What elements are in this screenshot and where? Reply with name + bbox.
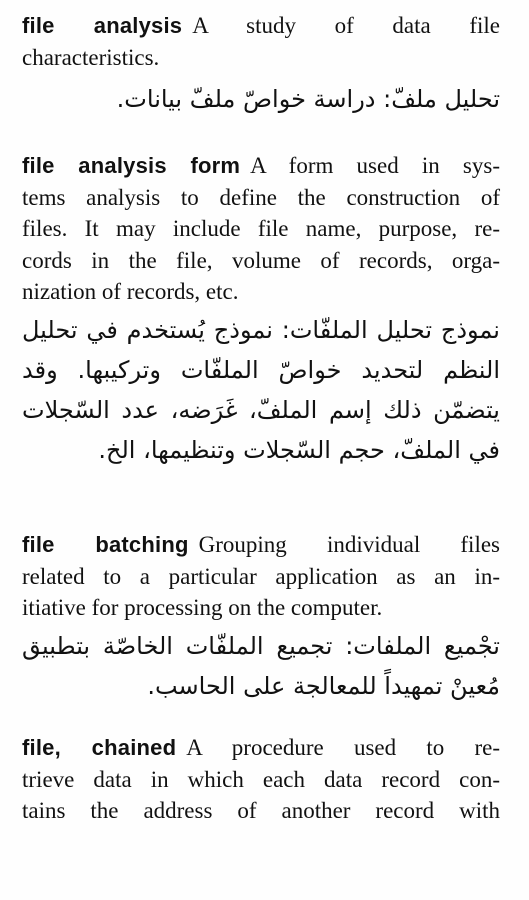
definition-line: file analysis form A form used in sys- [22, 150, 500, 182]
english-definition: file analysis A study of data file charac… [22, 10, 500, 73]
definition-line: file batching Grouping individual files [22, 529, 500, 561]
entry-term: file analysis [22, 13, 183, 38]
arabic-line: النظم لتحديد خواصّ الملفّات وتركيبها. وق… [22, 355, 500, 384]
entry-term: file batching [22, 532, 189, 557]
entry-term: file analysis form [22, 153, 241, 178]
definition-line: characteristics. [22, 44, 160, 70]
dictionary-entry-file-analysis: file analysis A study of data file charac… [22, 10, 500, 119]
definition-line: itiative for processing on the computer. [22, 595, 383, 620]
definition-text: A study of data file [192, 13, 501, 38]
definition-text: A procedure used to re- [186, 735, 500, 760]
arabic-translation: تحليل ملفّ: دراسة خواصّ ملفّ بيانات. [22, 79, 500, 119]
definition-line: trieve data in which each data record co… [22, 766, 500, 792]
arabic-line: تحليل ملفّ: دراسة خواصّ ملفّ بيانات. [116, 85, 500, 113]
definition-text: A form used in sys- [250, 153, 500, 178]
definition-line: tains the address of another record with [22, 798, 500, 823]
english-definition: file analysis form A form used in sys- te… [22, 150, 500, 308]
definition-line: file, chained A procedure used to re- [22, 732, 500, 764]
english-definition: file batching Grouping individual files r… [22, 529, 500, 624]
arabic-line: تجْميع الملفات: تجميع الملفّات الخاصّة ب… [22, 631, 500, 660]
definition-line: related to a particular application as a… [22, 563, 500, 589]
definition-line: cords in the file, volume of records, or… [22, 247, 500, 273]
definition-text: Grouping individual files [198, 532, 501, 557]
english-definition: file, chained A procedure used to re- tri… [22, 732, 500, 827]
definition-line: files. It may include file name, purpose… [22, 216, 500, 241]
arabic-line: في الملفّ، حجم السّجلات وتنظيمها، الخ. [98, 435, 500, 464]
definition-line: tems analysis to define the construction… [22, 184, 500, 210]
arabic-translation: نموذج تحليل الملفّات: نموذج يُستخدم في ت… [22, 310, 500, 470]
arabic-line: نموذج تحليل الملفّات: نموذج يُستخدم في ت… [22, 315, 500, 344]
arabic-line: يتضمّن ذلك إسم الملفّ، غَرَضه، عدد السّج… [22, 395, 500, 424]
dictionary-entry-file-analysis-form: file analysis form A form used in sys- te… [22, 150, 500, 470]
dictionary-entry-file-batching: file batching Grouping individual files r… [22, 529, 500, 706]
definition-line: nization of records, etc. [22, 279, 239, 304]
dictionary-entry-file-chained: file, chained A procedure used to re- tri… [22, 732, 500, 827]
arabic-translation: تجْميع الملفات: تجميع الملفّات الخاصّة ب… [22, 626, 500, 706]
arabic-line: مُعينْ تمهيداً للمعالجة على الحاسب. [147, 671, 500, 700]
entry-term: file, chained [22, 735, 177, 760]
definition-line: file analysis A study of data file [22, 10, 500, 42]
